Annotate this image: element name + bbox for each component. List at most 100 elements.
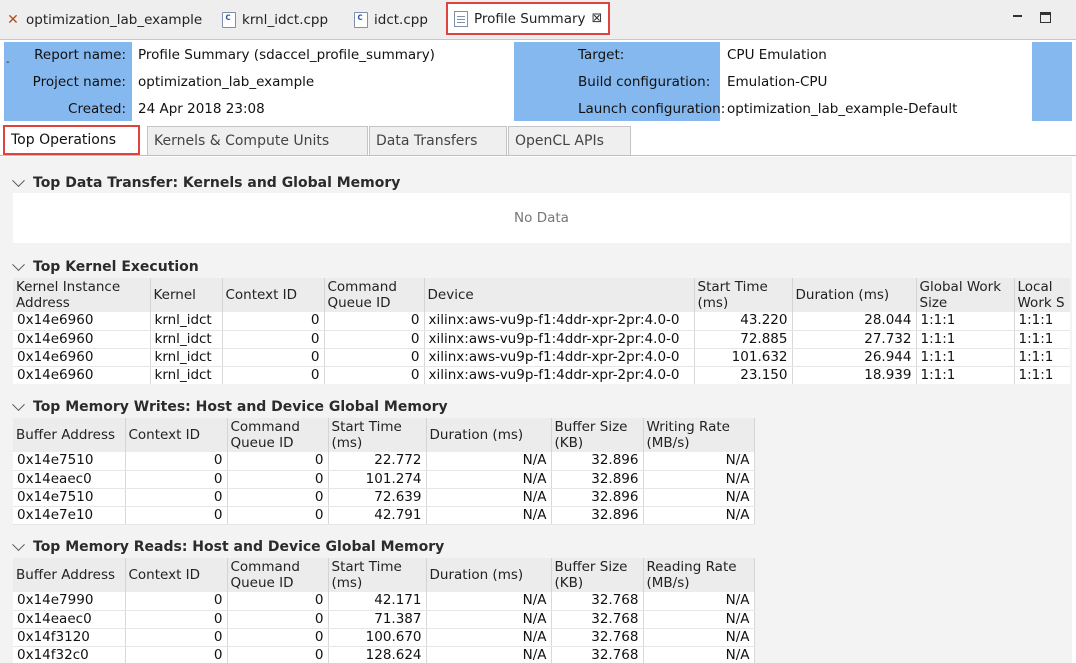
section-title: Top Kernel Execution bbox=[33, 259, 199, 275]
column-header[interactable]: Duration (ms) bbox=[792, 278, 917, 312]
chevron-down-icon bbox=[12, 397, 25, 411]
editor-tab-krnl-idct[interactable]: krnl_idct.cpp bbox=[222, 0, 328, 39]
column-header[interactable]: Reading Rate (MB/s) bbox=[643, 558, 755, 592]
editor-tab-profile-summary[interactable]: Profile Summary ⊠ bbox=[446, 2, 611, 35]
column-header[interactable]: Writing Rate (MB/s) bbox=[643, 418, 755, 452]
table-cell: 0x14e7510 bbox=[13, 452, 126, 471]
build-config-label: Build configuration: bbox=[578, 73, 711, 90]
table-row[interactable]: 0x14eaec0 0 0 101.274 N/A 32.896 N/A bbox=[13, 470, 755, 489]
table-cell: N/A bbox=[643, 646, 755, 663]
tab-opencl-apis[interactable]: OpenCL APIs bbox=[508, 126, 631, 155]
table-cell: 0 bbox=[324, 330, 425, 349]
table-cell: 0 bbox=[125, 646, 228, 663]
column-header[interactable]: Start Time (ms) bbox=[328, 558, 427, 592]
column-header[interactable]: Local Work S bbox=[1014, 278, 1070, 312]
table-cell: 0 bbox=[222, 312, 325, 331]
memory-reads-table[interactable]: Buffer Address Context ID Command Queue ID… bbox=[13, 558, 755, 663]
launch-config-value: optimization_lab_example-Default bbox=[727, 100, 958, 117]
table-cell: 72.639 bbox=[328, 488, 427, 507]
table-row[interactable]: 0x14eaec0 0 0 71.387 N/A 32.768 N/A bbox=[13, 610, 755, 629]
table-cell: 0 bbox=[125, 452, 228, 471]
table-row[interactable]: 0x14e7510 0 0 72.639 N/A 32.896 N/A bbox=[13, 488, 755, 507]
table-row[interactable]: 0x14f32c0 0 0 128.624 N/A 32.768 N/A bbox=[13, 646, 755, 663]
maximize-icon[interactable] bbox=[1040, 12, 1051, 23]
target-label: Target: bbox=[578, 46, 625, 63]
tab-top-operations[interactable]: Top Operations bbox=[3, 125, 140, 155]
column-header[interactable]: Command Queue ID bbox=[227, 558, 329, 592]
table-row[interactable]: 0x14e6960 krnl_idct 0 0 xilinx:aws-vu9p-f1:4… bbox=[13, 348, 1070, 367]
table-cell: 0 bbox=[125, 592, 228, 611]
column-header[interactable]: Buffer Size (KB) bbox=[551, 418, 644, 452]
table-cell: N/A bbox=[426, 452, 552, 471]
column-header[interactable]: Command Queue ID bbox=[227, 418, 329, 452]
table-row[interactable]: 0x14f3120 0 0 100.670 N/A 32.768 N/A bbox=[13, 628, 755, 647]
column-header[interactable]: Start Time (ms) bbox=[328, 418, 427, 452]
table-row[interactable]: 0x14e7e10 0 0 42.791 N/A 32.896 N/A bbox=[13, 506, 755, 525]
column-header[interactable]: Global Work Size bbox=[916, 278, 1015, 312]
table-cell: 0x14e6960 bbox=[13, 312, 151, 331]
column-header[interactable]: Kernel Instance Address bbox=[13, 278, 151, 312]
table-cell: 101.274 bbox=[328, 470, 427, 489]
table-cell: N/A bbox=[426, 646, 552, 663]
table-body: 0x14e6960 krnl_idct 0 0 xilinx:aws-vu9p-f1:4… bbox=[13, 312, 1070, 384]
table-header-row: Buffer Address Context ID Command Queue ID… bbox=[13, 558, 755, 592]
chevron-down-icon bbox=[12, 537, 25, 551]
tab-kernels-compute-units[interactable]: Kernels & Compute Units bbox=[147, 126, 368, 155]
project-icon: ✕ bbox=[7, 11, 19, 28]
column-header[interactable]: Buffer Size (KB) bbox=[551, 558, 644, 592]
editor-tab-project[interactable]: ✕ optimization_lab_example bbox=[6, 0, 202, 39]
table-cell: 0x14e7510 bbox=[13, 488, 126, 507]
table-row[interactable]: 0x14e6960 krnl_idct 0 0 xilinx:aws-vu9p-f1:4… bbox=[13, 366, 1070, 384]
table-cell: 0x14f32c0 bbox=[13, 646, 126, 663]
kernel-execution-table-viewport[interactable]: Kernel Instance Address Kernel Context ID C… bbox=[13, 278, 1070, 384]
table-cell: N/A bbox=[426, 470, 552, 489]
table-row[interactable]: 0x14e6960 krnl_idct 0 0 xilinx:aws-vu9p-f1:4… bbox=[13, 330, 1070, 349]
table-cell: 0 bbox=[227, 452, 329, 471]
column-header[interactable]: Device bbox=[424, 278, 695, 312]
column-header[interactable]: Buffer Address bbox=[13, 418, 126, 452]
table-header-row: Kernel Instance Address Kernel Context ID C… bbox=[13, 278, 1070, 312]
section-memory-writes-header[interactable]: Top Memory Writes: Host and Device Globa… bbox=[12, 397, 448, 415]
table-cell: N/A bbox=[643, 470, 755, 489]
table-row[interactable]: 0x14e6960 krnl_idct 0 0 xilinx:aws-vu9p-f1:4… bbox=[13, 312, 1070, 331]
editor-tab-idct[interactable]: idct.cpp bbox=[354, 0, 428, 39]
column-header[interactable]: Start Time (ms) bbox=[694, 278, 793, 312]
table-cell: 32.768 bbox=[551, 592, 644, 611]
column-header[interactable]: Context ID bbox=[125, 418, 228, 452]
table-cell: krnl_idct bbox=[150, 366, 223, 384]
table-cell: 0 bbox=[125, 628, 228, 647]
table-row[interactable]: 0x14e7510 0 0 22.772 N/A 32.896 N/A bbox=[13, 452, 755, 471]
launch-config-label: Launch configuration: bbox=[578, 100, 726, 117]
table-cell: 0 bbox=[222, 348, 325, 367]
report-header: - Report name: Profile Summary (sdaccel_… bbox=[0, 40, 1076, 122]
tab-data-transfers[interactable]: Data Transfers bbox=[369, 126, 507, 155]
section-kernel-execution-header[interactable]: Top Kernel Execution bbox=[12, 257, 199, 275]
table-cell: N/A bbox=[643, 610, 755, 629]
column-header[interactable]: Duration (ms) bbox=[426, 558, 552, 592]
close-tab-icon[interactable]: ⊠ bbox=[592, 11, 603, 26]
table-cell: 1:1:1 bbox=[1014, 348, 1070, 367]
column-header[interactable]: Command Queue ID bbox=[324, 278, 425, 312]
table-cell: 0 bbox=[227, 610, 329, 629]
column-header[interactable]: Duration (ms) bbox=[426, 418, 552, 452]
table-cell: 23.150 bbox=[694, 366, 793, 384]
table-row[interactable]: 0x14e7990 0 0 42.171 N/A 32.768 N/A bbox=[13, 592, 755, 611]
column-header[interactable]: Kernel bbox=[150, 278, 223, 312]
editor-tab-label: Profile Summary bbox=[474, 10, 586, 27]
table-cell: 0 bbox=[125, 488, 228, 507]
table-body: 0x14e7990 0 0 42.171 N/A 32.768 N/A 0x14eaec0 0 0… bbox=[13, 592, 755, 663]
table-cell: 0 bbox=[324, 348, 425, 367]
column-header[interactable]: Context ID bbox=[125, 558, 228, 592]
memory-writes-table[interactable]: Buffer Address Context ID Command Queue ID… bbox=[13, 418, 755, 525]
editor-tab-bar: ✕ optimization_lab_example krnl_idct.cpp… bbox=[0, 0, 1076, 40]
table-body: 0x14e7510 0 0 22.772 N/A 32.896 N/A 0x14eaec0 0 0… bbox=[13, 452, 755, 525]
minimize-icon[interactable] bbox=[1012, 12, 1024, 24]
cpp-file-icon bbox=[222, 11, 236, 28]
section-memory-reads-header[interactable]: Top Memory Reads: Host and Device Global… bbox=[12, 537, 444, 555]
table-cell: 32.896 bbox=[551, 488, 644, 507]
section-data-transfer-header[interactable]: Top Data Transfer: Kernels and Global Me… bbox=[12, 173, 400, 191]
column-header[interactable]: Buffer Address bbox=[13, 558, 126, 592]
column-header[interactable]: Context ID bbox=[222, 278, 325, 312]
table-cell: 100.670 bbox=[328, 628, 427, 647]
table-cell: 42.171 bbox=[328, 592, 427, 611]
